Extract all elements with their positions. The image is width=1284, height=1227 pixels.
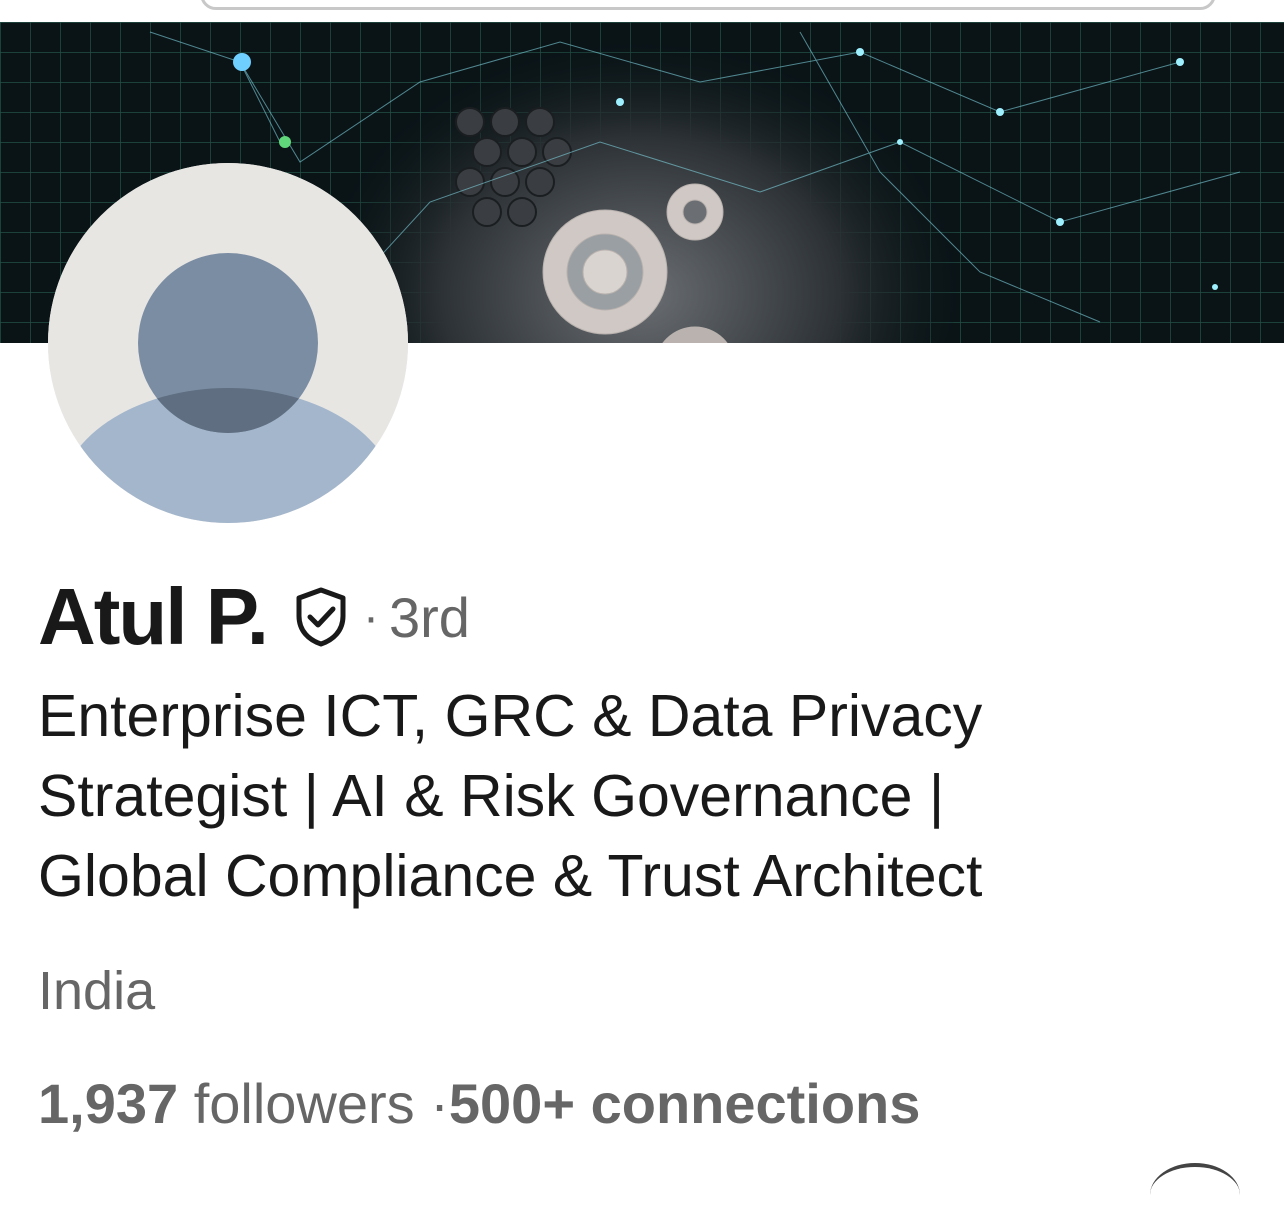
profile-stats: 1,937 followers ·500+ connections xyxy=(38,1071,920,1136)
stats-separator: · xyxy=(430,1072,449,1135)
profile-headline: Enterprise ICT, GRC & Data Privacy Strat… xyxy=(38,676,1258,916)
headline-line: Strategist | AI & Risk Governance | xyxy=(38,763,945,829)
followers-label[interactable]: followers xyxy=(194,1072,415,1135)
connections-count[interactable]: 500+ connections xyxy=(449,1072,921,1135)
default-person-avatar-icon xyxy=(48,163,408,523)
headline-line: Global Compliance & Trust Architect xyxy=(38,843,983,909)
shield-check-icon[interactable] xyxy=(293,586,349,648)
degree-separator: · xyxy=(363,590,379,644)
followers-count[interactable]: 1,937 xyxy=(38,1072,178,1135)
profile-location: India xyxy=(38,961,156,1021)
top-search-bar[interactable] xyxy=(200,0,1216,10)
profile-name-row: Atul P. · 3rd xyxy=(38,572,470,662)
profile-name: Atul P. xyxy=(38,572,269,661)
headline-line: Enterprise ICT, GRC & Data Privacy xyxy=(38,683,983,749)
profile-avatar[interactable] xyxy=(48,163,408,523)
connection-degree: 3rd xyxy=(389,585,470,649)
partial-button-edge[interactable] xyxy=(1150,1163,1240,1227)
